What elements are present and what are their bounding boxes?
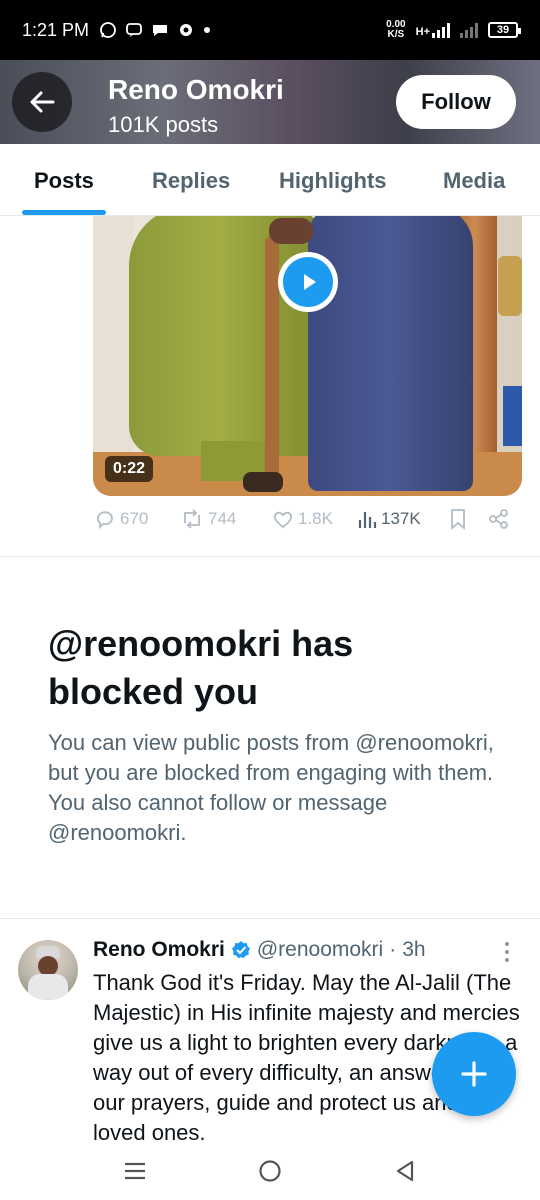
video-frame-figure <box>308 216 473 491</box>
back-button[interactable] <box>12 72 72 132</box>
system-navigation-bar <box>0 1140 540 1200</box>
compose-button[interactable] <box>432 1032 516 1116</box>
tweet-header: Reno Omokri @renoomokri · 3h <box>93 938 426 962</box>
blocked-description: You can view public posts from @renoomok… <box>48 730 494 845</box>
video-frame-cane <box>265 236 279 486</box>
tab-posts[interactable]: Posts <box>34 168 94 194</box>
tweet-separator: · <box>389 938 397 961</box>
tweet-author-handle[interactable]: @renoomokri <box>257 938 383 962</box>
reply-button[interactable]: 670 <box>94 508 148 530</box>
recent-apps-button[interactable] <box>120 1158 150 1184</box>
avatar[interactable] <box>18 940 78 1000</box>
chat-icon <box>126 23 142 37</box>
bookmark-icon <box>451 509 465 530</box>
video-player[interactable]: 0:22 <box>93 216 522 496</box>
heart-icon <box>274 511 292 529</box>
video-duration: 0:22 <box>105 456 154 482</box>
like-count: 1.8K <box>298 509 333 528</box>
video-frame-decor <box>503 386 522 446</box>
active-tab-indicator <box>22 210 106 215</box>
blocked-title: @renoomokri has blocked you <box>48 623 354 712</box>
tweet-author-name[interactable]: Reno Omokri <box>93 938 225 962</box>
share-button[interactable] <box>488 508 510 530</box>
tab-highlights[interactable]: Highlights <box>279 168 387 194</box>
comment-icon <box>97 511 113 530</box>
play-button[interactable] <box>278 252 338 312</box>
notification-icons <box>99 21 211 39</box>
verified-badge-icon <box>231 941 250 959</box>
network-speed: 0.00 K/S <box>386 19 406 40</box>
repost-icon <box>184 509 200 529</box>
signal-icon-secondary <box>460 22 478 38</box>
reply-count: 670 <box>120 509 149 528</box>
profile-name: Reno Omokri <box>108 74 284 105</box>
status-bar: 1:21 PM 0.00 K/S H+ 39 <box>0 0 540 60</box>
settings-icon <box>180 24 193 36</box>
battery-icon: 39 <box>488 22 521 38</box>
arrow-left-icon <box>30 91 55 113</box>
views-count: 137K <box>381 509 421 528</box>
repost-count: 744 <box>208 509 237 528</box>
back-nav-button[interactable] <box>390 1158 420 1184</box>
share-icon <box>489 509 508 529</box>
divider <box>0 918 540 919</box>
bar-chart-icon <box>358 512 377 528</box>
home-circle-icon <box>259 1160 281 1182</box>
post-actions: 670 744 1.8K 137K <box>0 508 540 538</box>
divider <box>0 556 540 557</box>
tab-media[interactable]: Media <box>443 168 505 194</box>
follow-button[interactable]: Follow <box>396 75 516 129</box>
tab-replies[interactable]: Replies <box>152 168 230 194</box>
bookmark-button[interactable] <box>448 508 468 530</box>
home-button[interactable] <box>255 1158 285 1184</box>
triangle-back-icon <box>396 1160 414 1182</box>
more-options-icon[interactable] <box>505 942 509 962</box>
network-type: H+ <box>415 26 430 38</box>
like-button[interactable]: 1.8K <box>272 508 333 530</box>
profile-tabs: Posts Replies Highlights Media <box>0 144 540 216</box>
video-frame-handshake <box>269 218 313 244</box>
video-frame-figure <box>129 216 325 456</box>
video-frame-shoe <box>243 472 283 492</box>
profile-header: Reno Omokri 101K posts Follow <box>0 60 540 144</box>
signal-icon <box>432 22 450 38</box>
plus-icon <box>461 1061 487 1087</box>
message-icon <box>153 25 168 36</box>
whatsapp-icon <box>100 22 116 38</box>
menu-icon <box>125 1162 145 1180</box>
repost-button[interactable]: 744 <box>180 508 236 530</box>
video-frame-decor <box>498 256 522 316</box>
play-icon <box>304 274 316 290</box>
clock: 1:21 PM <box>22 19 90 40</box>
tweet-time: 3h <box>402 938 426 961</box>
posts-count: 101K posts <box>108 112 219 137</box>
dot-icon <box>204 27 211 33</box>
views-button[interactable]: 137K <box>357 508 421 530</box>
